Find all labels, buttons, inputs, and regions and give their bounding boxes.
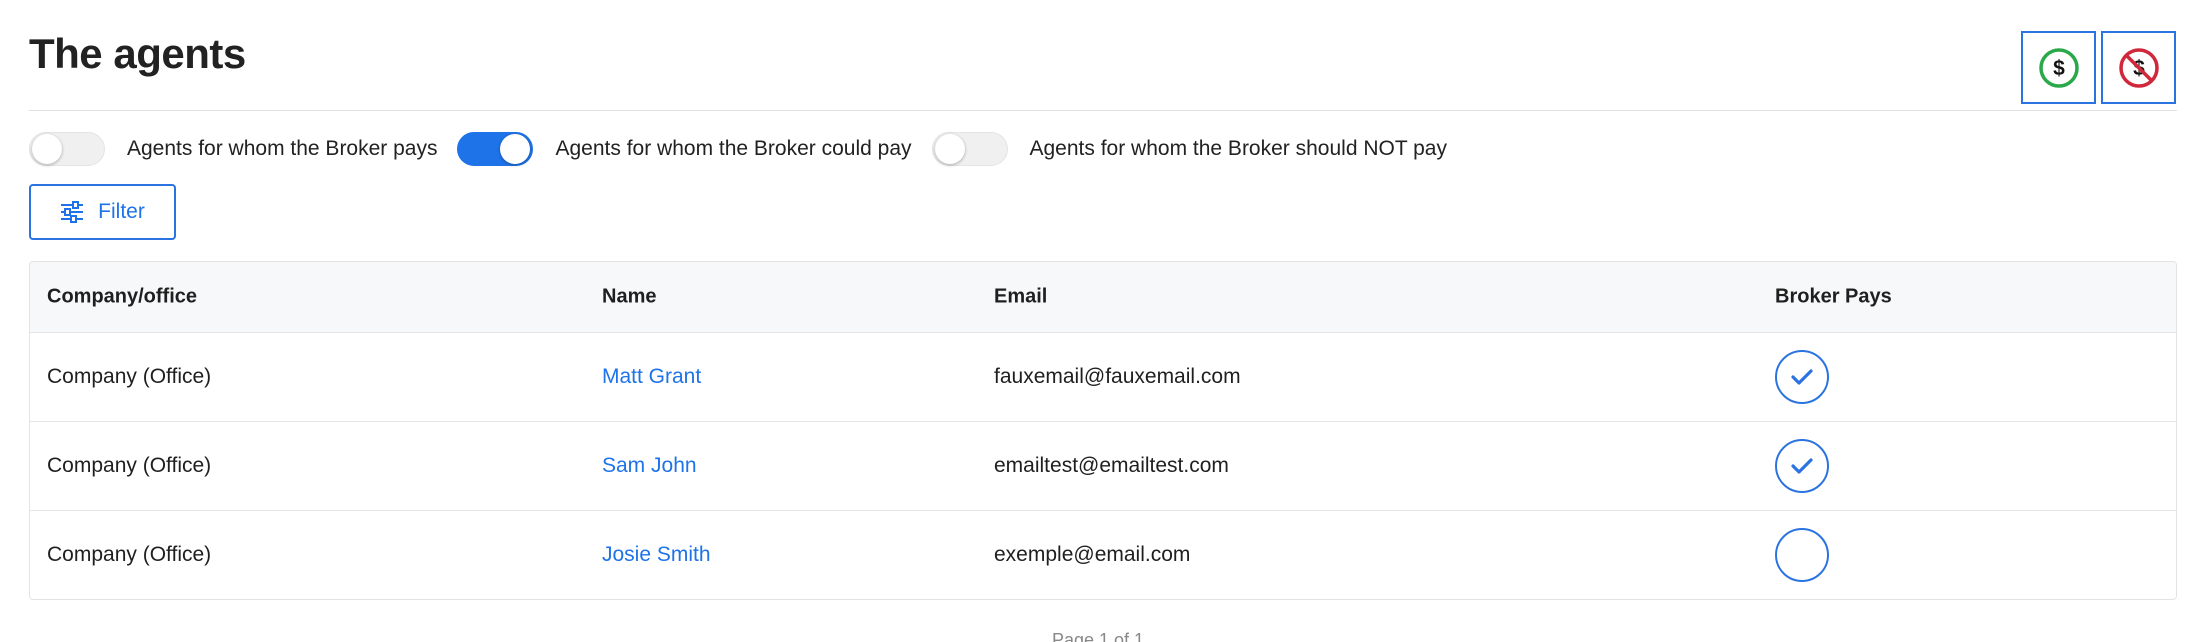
toggle-bar: Agents for whom the Broker pays Agents f… (29, 129, 1467, 169)
filter-button[interactable]: Filter (29, 184, 176, 240)
email-cell: emailtest@emailtest.com (994, 454, 1229, 477)
sliders-icon (61, 201, 84, 223)
agents-table: Company/office Name Email Broker Pays Co… (29, 261, 2177, 600)
switch-knob (32, 134, 62, 164)
page-title: The agents (29, 30, 246, 77)
pagination-label: Page 1 of 1 (1051, 630, 1145, 642)
company-cell: Company (Office) (47, 365, 212, 388)
toggle-broker-pays: Agents for whom the Broker pays (29, 132, 437, 166)
agents-page: The agents $ $ Agents for whom the Broke… (0, 0, 2196, 642)
toggle-broker-could-pay-label: Agents for whom the Broker could pay (555, 137, 912, 160)
broker-not-pays-button[interactable]: $ (2101, 31, 2176, 104)
toggle-broker-pays-switch[interactable] (29, 132, 105, 166)
broker-pays-cell (1775, 528, 1829, 582)
table-header-row: Company/office Name Email Broker Pays (30, 262, 2176, 332)
column-header-broker-pays: Broker Pays (1775, 285, 1892, 308)
column-header-email: Email (994, 285, 1048, 308)
toggle-broker-could-pay: Agents for whom the Broker could pay (457, 132, 912, 166)
switch-knob (500, 134, 531, 164)
toggle-broker-pays-label: Agents for whom the Broker pays (127, 137, 438, 160)
broker-pays-cell (1775, 350, 1829, 404)
switch-knob (934, 134, 965, 164)
email-cell: exemple@email.com (994, 543, 1191, 566)
email-cell: fauxemail@fauxemail.com (994, 365, 1241, 388)
broker-pays-checkbox[interactable] (1775, 528, 1829, 582)
no-dollar-icon: $ (2118, 47, 2159, 88)
broker-pays-button[interactable]: $ (2021, 31, 2096, 104)
agent-name-link[interactable]: Sam John (602, 454, 697, 478)
svg-text:$: $ (2053, 57, 2065, 80)
column-header-company: Company/office (47, 285, 198, 308)
agent-name-link[interactable]: Josie Smith (602, 543, 711, 567)
table-row: Company (Office) Sam John emailtest@emai… (30, 421, 2176, 510)
toggle-broker-not-pay-switch[interactable] (931, 132, 1008, 166)
agent-name-link[interactable]: Matt Grant (602, 365, 701, 389)
broker-pays-cell (1775, 439, 1829, 493)
company-cell: Company (Office) (47, 454, 212, 477)
broker-pays-checkbox[interactable] (1775, 439, 1829, 493)
table-row: Company (Office) Josie Smith exemple@ema… (30, 510, 2176, 599)
filter-label: Filter (98, 200, 145, 223)
toggle-broker-not-pay-label: Agents for whom the Broker should NOT pa… (1029, 137, 1447, 160)
table-row: Company (Office) Matt Grant fauxemail@fa… (30, 332, 2176, 421)
toggle-broker-could-pay-switch[interactable] (457, 132, 534, 166)
broker-pays-checkbox[interactable] (1775, 350, 1829, 404)
check-icon (1791, 458, 1813, 474)
company-cell: Company (Office) (47, 543, 212, 566)
header-divider (29, 110, 2177, 111)
dollar-circle-icon: $ (2038, 47, 2079, 88)
check-icon (1791, 369, 1813, 385)
column-header-name: Name (602, 285, 657, 308)
toggle-broker-not-pay: Agents for whom the Broker should NOT pa… (931, 132, 1447, 166)
